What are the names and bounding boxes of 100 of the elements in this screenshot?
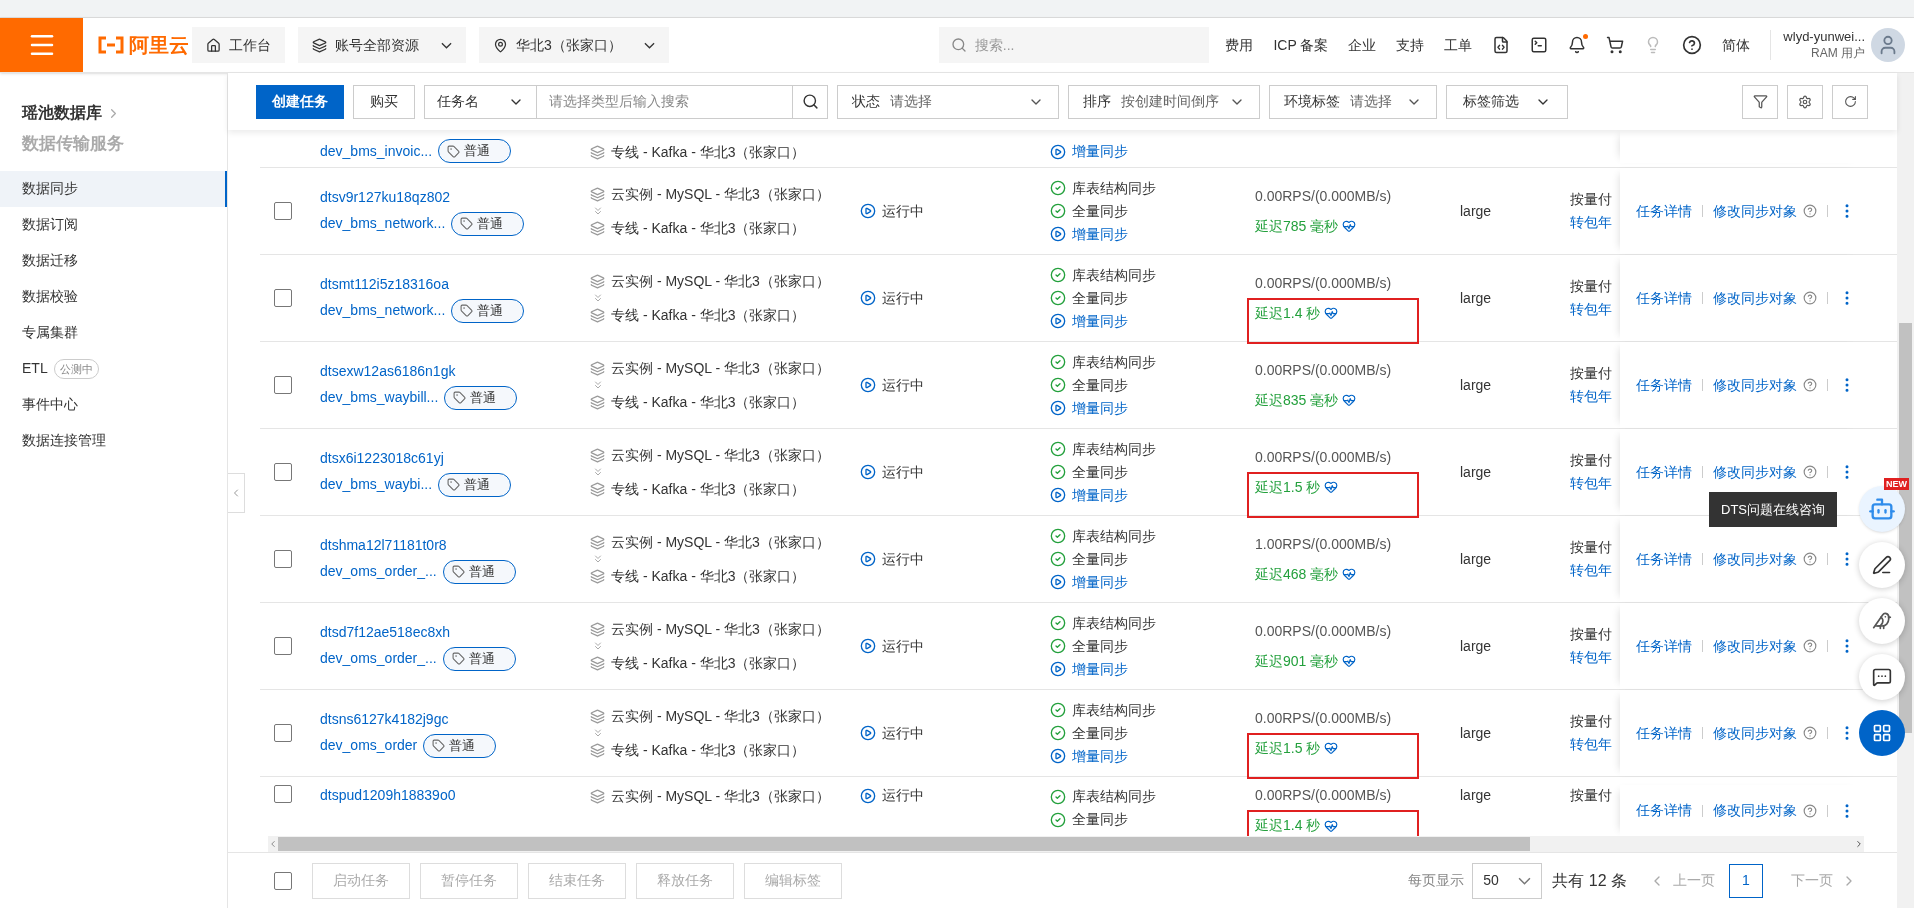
horizontal-scrollbar[interactable] — [268, 836, 1864, 852]
action-link[interactable]: 修改同步对象 — [1713, 722, 1797, 744]
action-link[interactable]: 修改同步对象 — [1713, 287, 1797, 309]
action-link[interactable]: 任务详情 — [1636, 287, 1692, 309]
heart-pulse-icon[interactable] — [1324, 741, 1339, 755]
action-link[interactable]: 修改同步对象 — [1713, 461, 1797, 483]
sidebar-item[interactable]: ETL 公测中 — [0, 350, 227, 387]
task-id-link[interactable]: dtsd7f12ae518ec8xh — [320, 621, 590, 643]
row-checkbox[interactable] — [274, 376, 292, 394]
task-name-link[interactable]: dev_bms_invoic... — [320, 140, 433, 162]
tag-pill[interactable]: 普通 — [444, 385, 518, 410]
nav-button[interactable]: 账号全部资源 — [298, 27, 466, 63]
action-link[interactable]: 任务详情 — [1636, 200, 1692, 222]
task-id-link[interactable]: dtsns6127k4182j9gc — [320, 708, 590, 730]
row-checkbox[interactable] — [274, 289, 292, 307]
heart-pulse-icon[interactable] — [1324, 480, 1339, 494]
header-link[interactable]: ICP 备案 — [1273, 34, 1329, 56]
sidebar-item[interactable]: 数据迁移 — [0, 242, 227, 279]
billing-link[interactable]: 转包年 — [1570, 560, 1620, 581]
create-task-button[interactable]: 创建任务 — [256, 84, 344, 119]
sync-step[interactable]: 增量同步 — [1072, 745, 1128, 767]
sync-step[interactable]: 增量同步 — [1072, 484, 1128, 506]
refresh-button[interactable] — [1832, 84, 1868, 119]
action-link[interactable]: 任务详情 — [1636, 461, 1692, 483]
task-id-link[interactable]: dtsv9r127ku18qz802 — [320, 186, 590, 208]
row-checkbox[interactable] — [274, 202, 292, 220]
tag-pill[interactable]: 普通 — [451, 211, 525, 236]
sidebar-item[interactable]: 事件中心 — [0, 386, 227, 423]
billing-link[interactable]: 转包年 — [1570, 212, 1620, 233]
header-link[interactable]: 工单 — [1444, 34, 1473, 56]
task-search-input[interactable]: 请选择类型后输入搜索 — [537, 85, 793, 118]
filter-select[interactable]: 排序 按创建时间倒序 — [1068, 84, 1260, 119]
sidebar-item[interactable]: 数据订阅 — [0, 206, 227, 243]
settings-button[interactable] — [1787, 84, 1823, 119]
buy-button[interactable]: 购买 — [353, 84, 415, 119]
task-name-link[interactable]: dev_oms_order — [320, 735, 418, 756]
header-link[interactable]: 企业 — [1348, 34, 1377, 56]
sync-step[interactable]: 增量同步 — [1072, 223, 1128, 245]
page-button[interactable]: 1 — [1729, 863, 1763, 898]
action-link[interactable]: 任务详情 — [1636, 548, 1692, 570]
action-link[interactable]: 修改同步对象 — [1713, 200, 1797, 222]
heart-pulse-icon[interactable] — [1342, 219, 1357, 233]
task-name-link[interactable]: dev_bms_waybill... — [320, 387, 439, 408]
code-icon[interactable] — [1492, 36, 1511, 54]
tag-pill[interactable]: 普通 — [442, 646, 516, 671]
terminal-icon[interactable] — [1530, 36, 1549, 54]
billing-link[interactable]: 转包年 — [1570, 647, 1620, 668]
row-checkbox[interactable] — [274, 637, 292, 655]
heart-pulse-icon[interactable] — [1324, 306, 1339, 320]
sidebar-item[interactable]: 专属集群 — [0, 314, 227, 351]
sync-step[interactable]: 增量同步 — [1072, 658, 1128, 680]
task-name-link[interactable]: dev_oms_order_... — [320, 561, 437, 582]
search-type-select[interactable]: 任务名 — [425, 85, 537, 118]
task-id-link[interactable]: dtspud1209h18839o0 — [320, 785, 590, 806]
task-id-link[interactable]: dtshma12l71181t0r8 — [320, 534, 590, 556]
collapse-sidebar-handle[interactable] — [228, 473, 245, 513]
task-name-link[interactable]: dev_oms_order_... — [320, 648, 437, 669]
nav-button[interactable]: 工作台 — [192, 27, 285, 63]
header-link[interactable]: 费用 — [1225, 34, 1254, 56]
row-checkbox[interactable] — [274, 550, 292, 568]
tag-pill[interactable]: 普通 — [438, 139, 512, 163]
task-name-link[interactable]: dev_bms_network... — [320, 213, 446, 234]
nav-button[interactable]: 华北3（张家口） — [479, 27, 669, 63]
sidebar-item[interactable]: 数据连接管理 — [0, 422, 227, 459]
filter-select[interactable]: 环境标签 请选择 — [1269, 84, 1437, 119]
row-checkbox[interactable] — [274, 785, 292, 803]
tag-pill[interactable]: 普通 — [438, 472, 512, 497]
help-icon[interactable] — [1682, 35, 1703, 55]
heart-pulse-icon[interactable] — [1342, 393, 1357, 407]
tag-pill[interactable]: 普通 — [442, 559, 516, 584]
product-title[interactable]: 瑶池数据库 — [22, 101, 102, 125]
action-link[interactable]: 任务详情 — [1636, 374, 1692, 396]
heart-pulse-icon[interactable] — [1342, 654, 1357, 668]
header-link[interactable]: 支持 — [1396, 34, 1425, 56]
sync-step[interactable]: 增量同步 — [1072, 571, 1128, 593]
action-link[interactable]: 修改同步对象 — [1713, 548, 1797, 570]
heart-pulse-icon[interactable] — [1324, 818, 1339, 833]
sync-step[interactable]: 增量同步 — [1072, 397, 1128, 419]
action-link[interactable]: 任务详情 — [1636, 635, 1692, 657]
task-id-link[interactable]: dtsmt112i5z18316oa — [320, 273, 590, 295]
task-id-link[interactable]: dtsexw12as6186n1gk — [320, 360, 590, 382]
page-size-select[interactable]: 50 — [1472, 862, 1543, 899]
language-link[interactable]: 简体 — [1722, 34, 1751, 56]
cart-icon[interactable] — [1606, 36, 1625, 54]
select-all-checkbox[interactable] — [274, 871, 292, 890]
billing-link[interactable]: 转包年 — [1570, 734, 1620, 755]
billing-link[interactable]: 转包年 — [1570, 386, 1620, 407]
tag-pill[interactable]: 普通 — [451, 298, 525, 323]
tag-filter-button[interactable]: 标签筛选 — [1446, 84, 1568, 119]
task-name-link[interactable]: dev_bms_waybi... — [320, 474, 433, 495]
row-checkbox[interactable] — [274, 724, 292, 742]
action-link[interactable]: 任务详情 — [1636, 722, 1692, 744]
user-name[interactable]: wlyd-yunwei... — [1783, 29, 1865, 45]
task-id-link[interactable]: dtsx6i1223018c61yj — [320, 447, 590, 469]
filter-button[interactable] — [1742, 84, 1778, 119]
bell-icon[interactable] — [1568, 36, 1587, 54]
task-name-link[interactable]: dev_bms_network... — [320, 300, 446, 321]
sync-step[interactable]: 增量同步 — [1072, 310, 1128, 332]
action-link[interactable]: 修改同步对象 — [1713, 800, 1797, 821]
menu-button[interactable] — [0, 18, 83, 72]
